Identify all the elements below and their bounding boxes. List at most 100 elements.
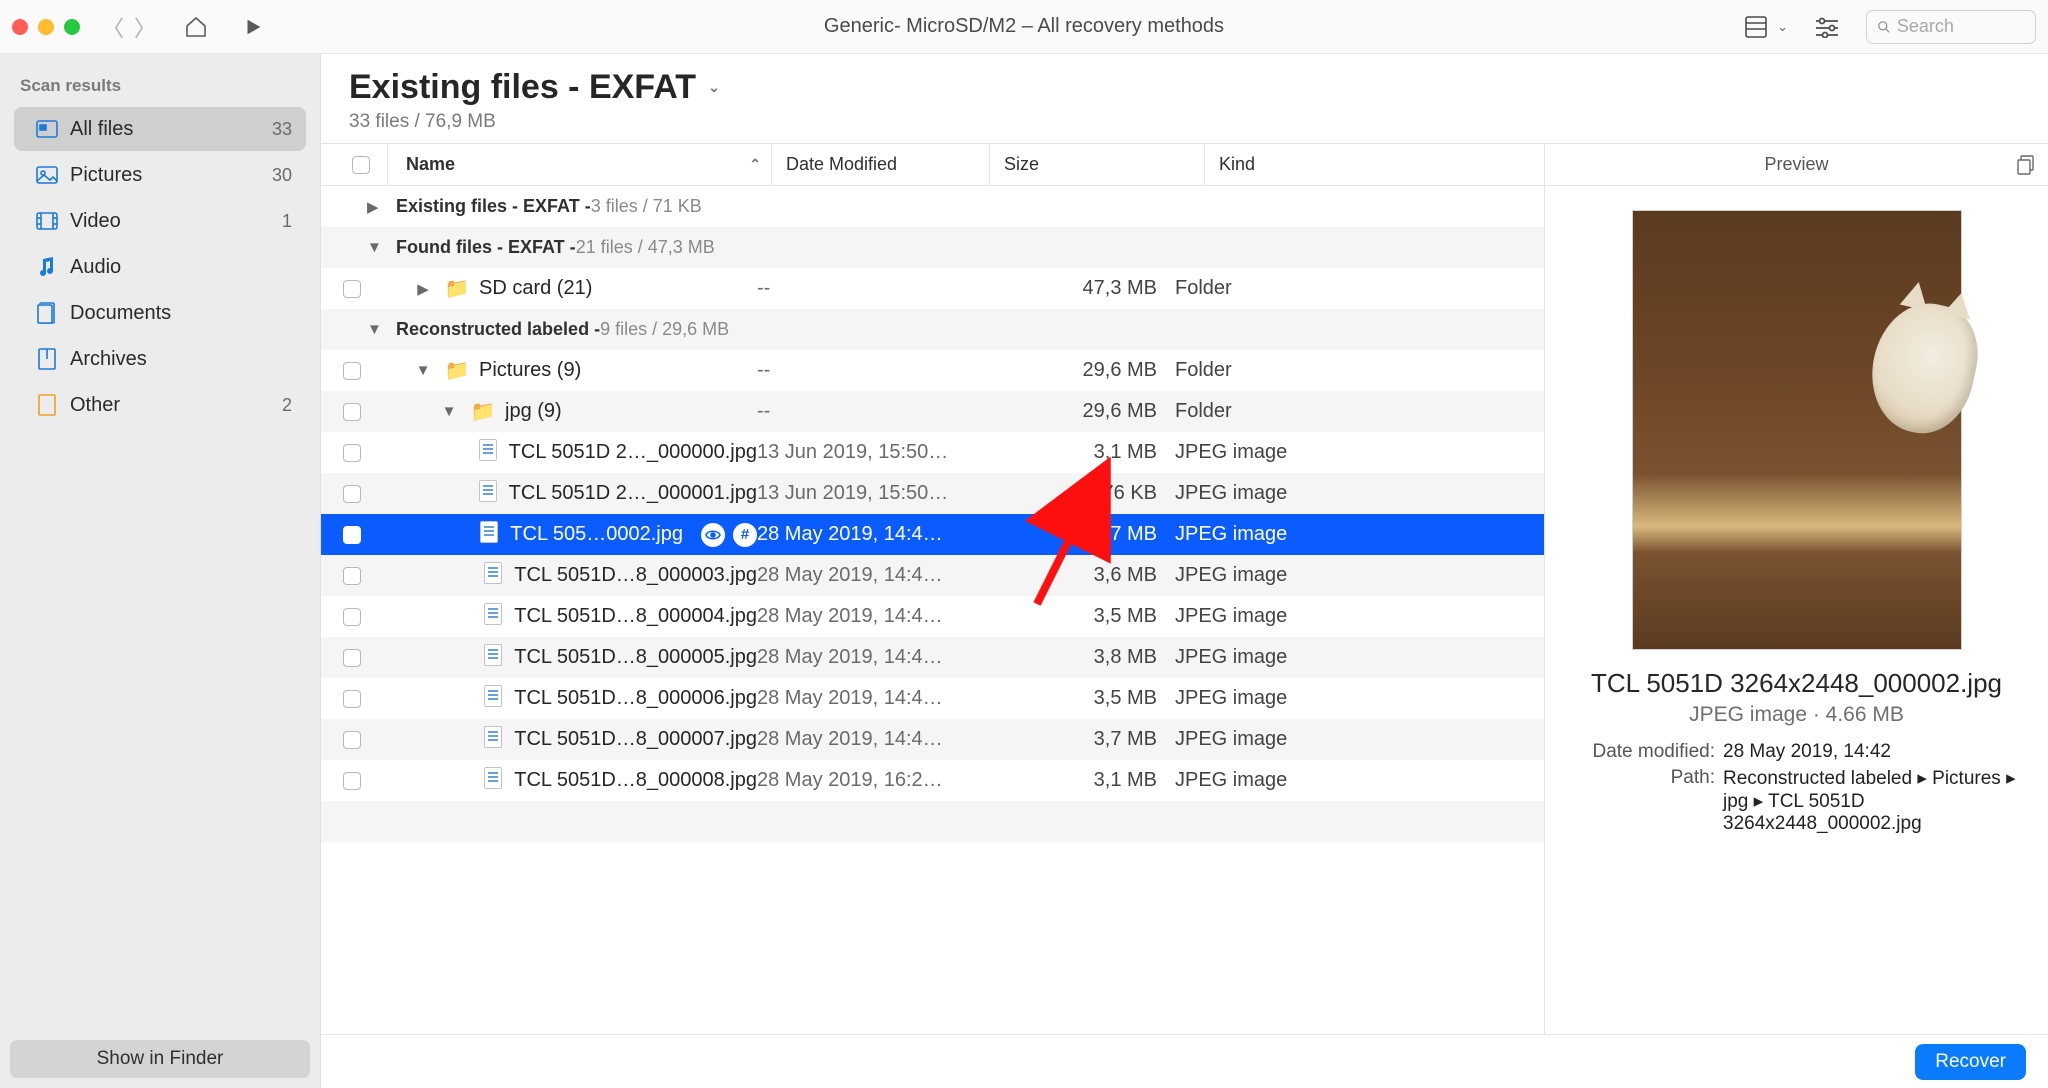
sidebar-item-label: Pictures (70, 164, 260, 187)
window-controls (12, 19, 80, 35)
minimize-window[interactable] (38, 19, 54, 35)
sidebar-item-documents[interactable]: Documents (14, 291, 306, 335)
column-name[interactable]: Name⌃ (387, 144, 771, 185)
disclosure-icon[interactable]: ▼ (437, 403, 461, 420)
home-icon[interactable] (184, 15, 208, 39)
nav-back-icon[interactable]: 〈 (102, 11, 124, 43)
row-kind: JPEG image (1175, 441, 1544, 464)
row-kind: JPEG image (1175, 687, 1544, 710)
preview-path-value: Reconstructed labeled ▸ Pictures ▸ jpg ▸… (1723, 767, 2020, 835)
page-title: Existing files - EXFAT (349, 68, 696, 107)
disclosure-icon[interactable]: ▶ (411, 280, 435, 298)
titlebar: 〈 〉 Generic- MicroSD/M2 – All recovery m… (0, 0, 2048, 54)
disclosure-icon[interactable]: ▼ (367, 321, 391, 338)
sidebar-item-video[interactable]: Video 1 (14, 199, 306, 243)
row-date: 28 May 2019, 14:4… (757, 605, 975, 628)
row-checkbox[interactable] (343, 280, 361, 298)
audio-icon (36, 256, 58, 278)
row-checkbox[interactable] (343, 649, 361, 667)
row-name: jpg (9) (505, 400, 562, 423)
column-size[interactable]: Size (989, 144, 1204, 185)
row-name: TCL 505…0002.jpg (510, 523, 683, 546)
column-kind[interactable]: Kind (1204, 144, 1544, 185)
file-list: Name⌃ Date Modified Size Kind ▶ Existing… (321, 144, 1544, 1034)
row-checkbox[interactable] (343, 567, 361, 585)
group-row[interactable]: ▶ Existing files - EXFAT - 3 files / 71 … (321, 186, 1544, 227)
row-date: 28 May 2019, 14:4… (757, 523, 975, 546)
sidebar-item-all-files[interactable]: All files 33 (14, 107, 306, 151)
nav-forward-icon[interactable]: 〉 (134, 11, 156, 43)
row-date: 28 May 2019, 14:4… (757, 564, 975, 587)
file-row[interactable]: TCL 5051D…8_000007.jpg28 May 2019, 14:4…… (321, 719, 1544, 760)
folder-row[interactable]: ▼📁jpg (9) -- 29,6 MB Folder (321, 391, 1544, 432)
sidebar-item-label: Archives (70, 348, 292, 371)
folder-icon: 📁 (469, 399, 497, 424)
sidebar-item-other[interactable]: Other 2 (14, 383, 306, 427)
file-row[interactable]: TCL 5051D 2…_000001.jpg13 Jun 2019, 15:5… (321, 473, 1544, 514)
search-field[interactable] (1866, 10, 2036, 44)
close-window[interactable] (12, 19, 28, 35)
row-checkbox[interactable] (343, 403, 361, 421)
row-checkbox[interactable] (343, 731, 361, 749)
file-icon (476, 521, 502, 549)
sidebar-item-label: Other (70, 394, 270, 417)
layout-icon[interactable]: ⌄ (1745, 16, 1788, 38)
row-date: -- (757, 277, 975, 300)
row-size: 3,7 MB (975, 728, 1175, 751)
preview-panel: Preview TCL 5051D 3264x2448_000002.jpg J… (1544, 144, 2048, 1034)
column-date[interactable]: Date Modified (771, 144, 989, 185)
row-checkbox[interactable] (343, 485, 361, 503)
row-kind: JPEG image (1175, 482, 1544, 505)
play-icon[interactable] (242, 16, 264, 38)
footer: Recover (321, 1034, 2048, 1088)
chevron-down-icon[interactable]: ⌄ (704, 79, 724, 96)
preview-header: Preview (1764, 154, 1828, 175)
group-row[interactable]: ▼ Found files - EXFAT - 21 files / 47,3 … (321, 227, 1544, 268)
file-icon (480, 685, 507, 713)
disclosure-icon[interactable]: ▼ (367, 239, 391, 256)
row-kind: Folder (1175, 277, 1544, 300)
file-row[interactable]: TCL 5051D…8_000004.jpg28 May 2019, 14:4…… (321, 596, 1544, 637)
file-icon (480, 603, 507, 631)
search-input[interactable] (1897, 16, 2025, 37)
row-date: 13 Jun 2019, 15:50… (757, 482, 975, 505)
folder-row[interactable]: ▶📁SD card (21) -- 47,3 MB Folder (321, 268, 1544, 309)
disclosure-icon[interactable]: ▼ (411, 362, 435, 379)
file-row[interactable]: TCL 5051D…8_000008.jpg28 May 2019, 16:2…… (321, 760, 1544, 801)
row-checkbox[interactable] (343, 526, 361, 544)
settings-icon[interactable] (1814, 16, 1840, 38)
copy-icon[interactable] (2016, 155, 2036, 175)
row-checkbox[interactable] (343, 444, 361, 462)
disclosure-icon[interactable]: ▶ (367, 198, 391, 216)
file-row[interactable]: TCL 505…0002.jpg#28 May 2019, 14:4…4,7 M… (321, 514, 1544, 555)
row-kind: JPEG image (1175, 564, 1544, 587)
sidebar-item-audio[interactable]: Audio (14, 245, 306, 289)
row-name: TCL 5051D…8_000004.jpg (514, 605, 757, 628)
row-checkbox[interactable] (343, 772, 361, 790)
file-row[interactable]: TCL 5051D…8_000003.jpg28 May 2019, 14:4…… (321, 555, 1544, 596)
recover-button[interactable]: Recover (1915, 1044, 2026, 1080)
row-date: 28 May 2019, 14:4… (757, 646, 975, 669)
sidebar-item-pictures[interactable]: Pictures 30 (14, 153, 306, 197)
row-kind: JPEG image (1175, 769, 1544, 792)
column-headers: Name⌃ Date Modified Size Kind (321, 144, 1544, 186)
sidebar-item-archives[interactable]: Archives (14, 337, 306, 381)
select-all-checkbox[interactable] (352, 156, 370, 174)
row-checkbox[interactable] (343, 608, 361, 626)
other-icon (36, 394, 58, 416)
file-icon (480, 767, 507, 795)
folder-row[interactable]: ▼📁Pictures (9) -- 29,6 MB Folder (321, 350, 1544, 391)
file-row[interactable]: TCL 5051D 2…_000000.jpg13 Jun 2019, 15:5… (321, 432, 1544, 473)
preview-date-value: 28 May 2019, 14:42 (1723, 741, 2020, 763)
file-row[interactable]: TCL 5051D…8_000006.jpg28 May 2019, 14:4…… (321, 678, 1544, 719)
show-in-finder-button[interactable]: Show in Finder (10, 1040, 310, 1078)
preview-path-label: Path: (1573, 767, 1715, 835)
file-row[interactable]: TCL 5051D…8_000005.jpg28 May 2019, 14:4…… (321, 637, 1544, 678)
preview-icon[interactable] (701, 523, 725, 547)
documents-icon (36, 302, 58, 324)
row-checkbox[interactable] (343, 690, 361, 708)
fullscreen-window[interactable] (64, 19, 80, 35)
row-checkbox[interactable] (343, 362, 361, 380)
group-row[interactable]: ▼ Reconstructed labeled - 9 files / 29,6… (321, 309, 1544, 350)
hex-icon[interactable]: # (733, 523, 757, 547)
